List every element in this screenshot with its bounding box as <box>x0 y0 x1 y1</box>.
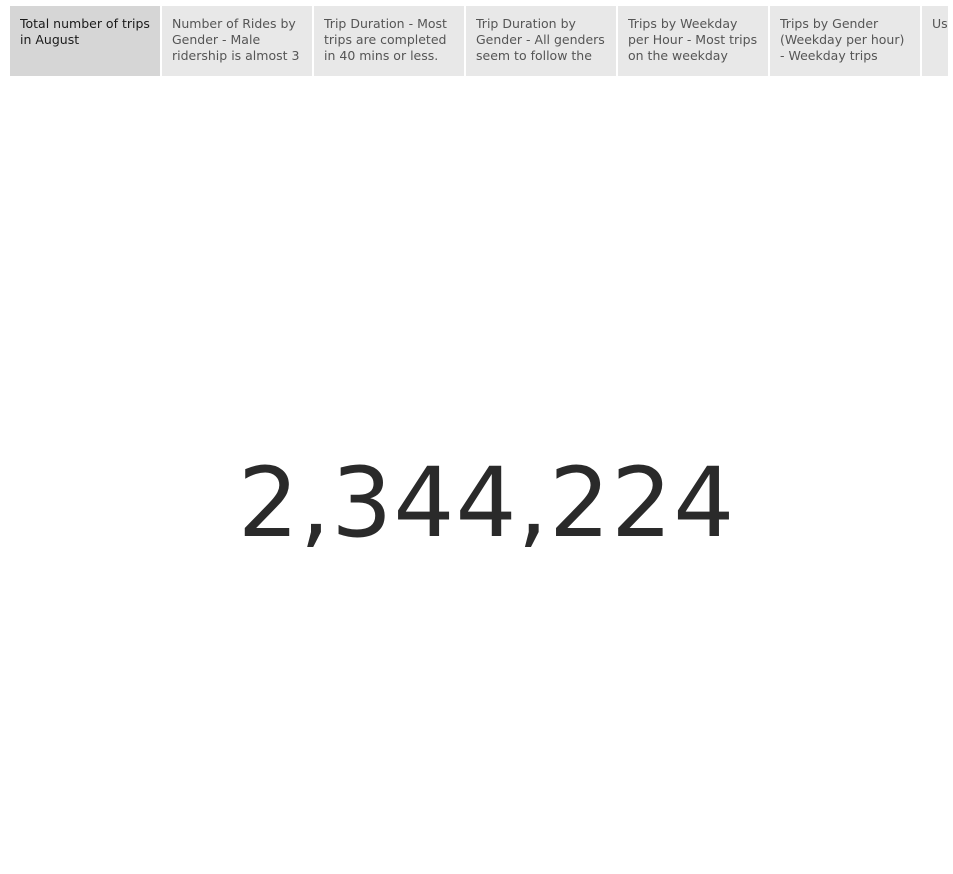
story-point-caption: Trip Duration by Gender - All genders se… <box>476 16 605 63</box>
story-point-trips-by-gender-weekday[interactable]: Trips by Gender (Weekday per hour) - Wee… <box>770 6 920 76</box>
story-point-caption: Number of Rides by Gender - Male ridersh… <box>172 16 300 63</box>
story-point-caption: User by user <box>932 16 948 31</box>
story-navigator: Total number of trips in August Number o… <box>10 6 948 76</box>
story-point-caption: Trips by Weekday per Hour - Most trips o… <box>628 16 758 63</box>
story-point-trips-by-weekday[interactable]: Trips by Weekday per Hour - Most trips o… <box>618 6 768 76</box>
story-point-caption: Total number of trips in August <box>20 16 150 47</box>
story-point-caption: Trips by Gender (Weekday per hour) - Wee… <box>780 16 905 63</box>
dashboard-canvas: 2,344,224 <box>0 76 953 874</box>
story-point-caption: Trip Duration - Most trips are completed… <box>324 16 447 63</box>
story-point-trip-duration[interactable]: Trip Duration - Most trips are completed… <box>314 6 464 76</box>
story-point-rides-by-gender[interactable]: Number of Rides by Gender - Male ridersh… <box>162 6 312 76</box>
total-trips-value: 2,344,224 <box>237 447 736 559</box>
story-point-duration-by-gender[interactable]: Trip Duration by Gender - All genders se… <box>466 6 616 76</box>
story-point-user-type[interactable]: User by user <box>922 6 948 76</box>
story-point-total-trips[interactable]: Total number of trips in August <box>10 6 160 76</box>
